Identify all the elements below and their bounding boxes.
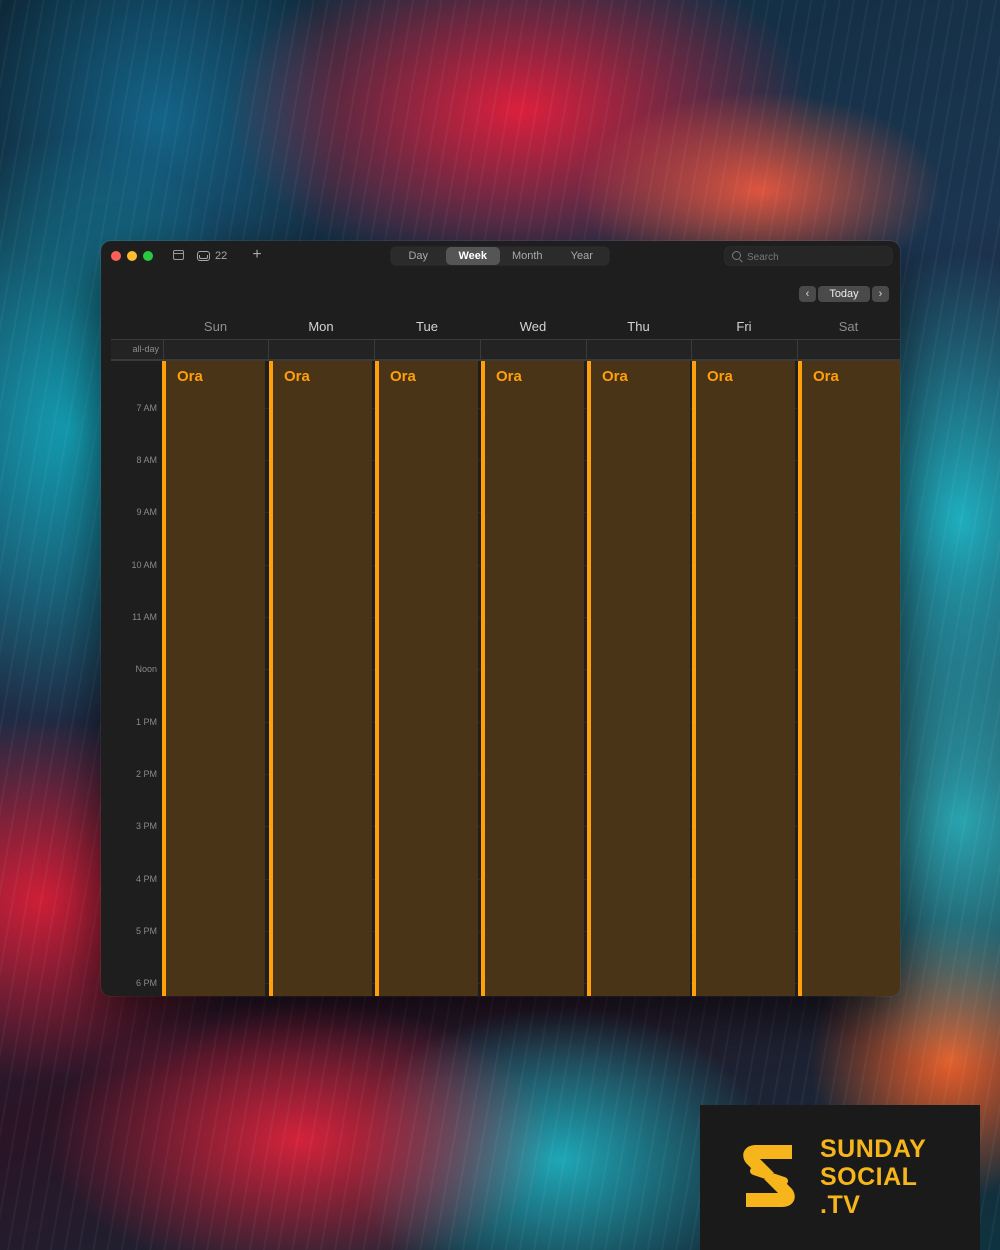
- event-ora-tue[interactable]: Ora: [375, 361, 478, 996]
- day-header-fri: Fri: [736, 319, 752, 334]
- tab-month[interactable]: Month: [500, 247, 555, 265]
- event-title: Ora: [177, 368, 203, 385]
- next-week-button[interactable]: ›: [872, 286, 889, 302]
- minimize-icon[interactable]: [127, 251, 137, 261]
- inbox-icon: [197, 251, 210, 261]
- day-header-thu: Thu: [627, 319, 650, 334]
- hour-label: 4 PM: [135, 874, 157, 884]
- add-event-button[interactable]: +: [249, 246, 265, 264]
- hour-label: 10 AM: [131, 560, 157, 570]
- event-ora-wed[interactable]: Ora: [481, 361, 584, 996]
- hour-label: 1 PM: [135, 717, 157, 727]
- event-title: Ora: [496, 368, 522, 385]
- inbox-button[interactable]: 22: [197, 247, 227, 265]
- day-header-tue: Tue: [416, 319, 438, 334]
- maximize-icon[interactable]: [143, 251, 153, 261]
- hour-label: 11 AM: [132, 612, 157, 622]
- hour-label: 6 PM: [135, 978, 157, 988]
- event-ora-mon[interactable]: Ora: [269, 361, 372, 996]
- tab-year[interactable]: Year: [555, 247, 610, 265]
- event-title: Ora: [813, 368, 839, 385]
- brand-line: SOCIAL: [820, 1163, 918, 1191]
- event-title: Ora: [602, 368, 628, 385]
- close-icon[interactable]: [111, 251, 121, 261]
- search-box: [725, 247, 892, 267]
- allday-label: all-day: [132, 344, 159, 354]
- hour-label: 2 PM: [135, 769, 157, 779]
- event-ora-thu[interactable]: Ora: [587, 361, 690, 996]
- brand-wordmark: SUNDAY SOCIAL .TV: [820, 1135, 926, 1219]
- time-grid[interactable]: 7 AM 8 AM 9 AM 10 AM 11 AM Noon 1 PM 2 P…: [101, 361, 900, 996]
- brand-line: SUNDAY: [820, 1135, 927, 1163]
- event-ora-fri[interactable]: Ora: [692, 361, 795, 996]
- search-icon: [732, 251, 741, 260]
- sunday-social-logo-icon: [743, 1145, 795, 1207]
- allday-cell[interactable]: [480, 340, 587, 359]
- day-header-wed: Wed: [519, 319, 547, 334]
- allday-cell[interactable]: [586, 340, 692, 359]
- allday-cell[interactable]: [374, 340, 481, 359]
- day-headers: Sun Mon Tue Wed Thu Fri Sat: [101, 317, 900, 337]
- hour-label: 5 PM: [135, 926, 157, 936]
- day-header-mon: Mon: [308, 319, 334, 334]
- allday-cell[interactable]: [691, 340, 798, 359]
- search-input[interactable]: [745, 247, 889, 267]
- hour-label: Noon: [135, 664, 157, 674]
- calendar-list-icon[interactable]: [173, 250, 184, 260]
- hour-label: 8 AM: [136, 455, 157, 465]
- brand-badge: SUNDAY SOCIAL .TV: [700, 1105, 980, 1250]
- hour-label: 9 AM: [136, 507, 157, 517]
- hour-label: 7 AM: [136, 403, 157, 413]
- allday-cell[interactable]: [268, 340, 375, 359]
- view-switcher: Day Week Month Year: [391, 247, 609, 265]
- event-title: Ora: [284, 368, 310, 385]
- tab-day[interactable]: Day: [391, 247, 446, 265]
- allday-row: all-day: [111, 339, 900, 361]
- event-title: Ora: [390, 368, 416, 385]
- allday-cell[interactable]: [163, 340, 269, 359]
- today-button[interactable]: Today: [818, 286, 870, 302]
- event-ora-sun[interactable]: Ora: [162, 361, 265, 996]
- brand-line: .TV: [820, 1191, 861, 1219]
- event-title: Ora: [707, 368, 733, 385]
- previous-week-button[interactable]: ‹: [799, 286, 816, 302]
- allday-cell[interactable]: [797, 340, 900, 359]
- tab-week[interactable]: Week: [445, 247, 500, 265]
- toolbar: 22 + Day Week Month Year: [101, 241, 900, 271]
- inbox-count: 22: [215, 250, 228, 262]
- calendar-window: 22 + Day Week Month Year ‹ Today › Sun M…: [101, 241, 900, 996]
- event-ora-sat[interactable]: Ora: [798, 361, 900, 996]
- hour-label: 3 PM: [135, 821, 157, 831]
- day-header-sat: Sat: [838, 319, 859, 334]
- day-header-sun: Sun: [203, 319, 228, 334]
